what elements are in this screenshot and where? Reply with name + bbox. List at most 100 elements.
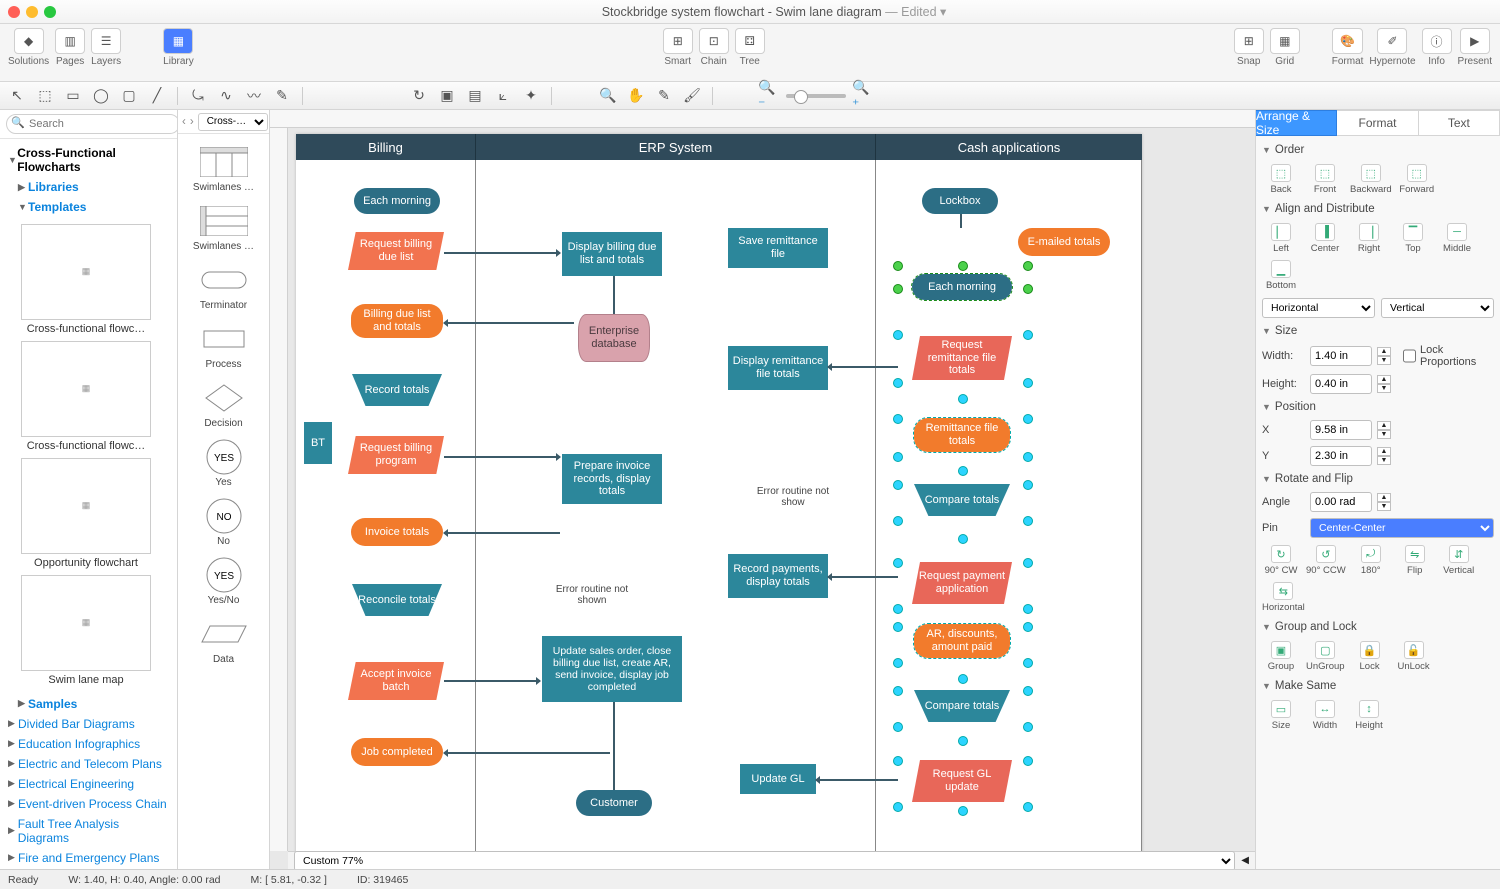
x-input[interactable] [1310,420,1372,440]
node-record-totals[interactable]: Record totals [352,374,442,406]
pages-button[interactable]: ▥ [55,28,85,54]
zoom-out-button[interactable]: 🔍⁻ [758,86,780,106]
node-update-gl[interactable]: Update GL [740,764,816,794]
shapes-selector[interactable]: Cross-… [198,113,268,131]
flip-button[interactable]: ⇋ [1405,545,1425,563]
height-down[interactable]: ▼ [1377,384,1391,393]
node-compare-totals-1[interactable]: Compare totals [914,484,1010,516]
node-request-remittance-totals[interactable]: Request remittance file totals [912,336,1012,380]
align-middle-button[interactable]: ─ [1447,223,1467,241]
zoom-in-button[interactable]: 🔍⁺ [852,86,874,106]
rotate-tool[interactable]: ↻ [408,86,430,106]
tab-format[interactable]: Format [1337,110,1418,136]
node-request-gl-update[interactable]: Request GL update [912,760,1012,802]
edit-points-tool[interactable]: ⟀ [492,86,514,106]
tab-text[interactable]: Text [1419,110,1500,136]
template-thumb[interactable]: ▦Swim lane map [6,575,166,686]
minimize-window-button[interactable] [26,6,38,18]
curve-tool[interactable]: ∿ [215,86,237,106]
align-left-button[interactable]: ▏ [1271,223,1291,241]
height-up[interactable]: ▲ [1377,375,1391,384]
pen-tool[interactable]: ✎ [271,86,293,106]
node-job-completed[interactable]: Job completed [351,738,443,766]
library-button[interactable]: ▦ [163,28,193,54]
node-customer[interactable]: Customer [576,790,652,816]
magic-wand-tool[interactable]: ✦ [520,86,542,106]
shape-terminator[interactable] [198,264,250,296]
flip-vertical-button[interactable]: ⇵ [1449,545,1469,563]
align-bottom-button[interactable]: ▁ [1271,260,1291,278]
shape-yes[interactable]: YES [198,441,250,473]
marquee-tool[interactable]: ⬚ [34,86,56,106]
flip-horizontal-button[interactable]: ⇆ [1273,582,1293,600]
group-button[interactable]: ▣ [1271,641,1291,659]
rect-tool[interactable]: ▭ [62,86,84,106]
tree-leaf[interactable]: ▶Fault Tree Analysis Diagrams [4,814,173,848]
shape-process[interactable] [198,323,250,355]
tree-button[interactable]: ⚃ [735,28,765,54]
rotate-cw-button[interactable]: ↻ [1271,545,1291,563]
shape-data[interactable] [198,618,250,650]
shape-yesno[interactable]: YES [198,559,250,591]
group-tool[interactable]: ▣ [436,86,458,106]
order-front-button[interactable]: ⬚ [1315,164,1335,182]
align-center-button[interactable]: ▐ [1315,223,1335,241]
line-tool[interactable]: ╱ [146,86,168,106]
y-input[interactable] [1310,446,1372,466]
distribute-h-select[interactable]: Horizontal [1262,298,1375,318]
same-width-button[interactable]: ↔ [1315,700,1335,718]
angle-input[interactable] [1310,492,1372,512]
shape-swimlanes-v[interactable] [198,146,250,178]
node-each-morning-cash[interactable]: Each morning [912,274,1012,300]
node-bt[interactable]: BT [304,422,332,464]
eyedropper-tool[interactable]: ✎ [653,86,675,106]
zoom-tool[interactable]: 🔍 [597,86,619,106]
lock-button[interactable]: 🔒 [1360,641,1380,659]
tree-leaf[interactable]: ▶Electric and Telecom Plans [4,754,173,774]
template-thumb[interactable]: ▦Opportunity flowchart [6,458,166,569]
snap-button[interactable]: ⊞ [1234,28,1264,54]
diagram-page[interactable]: Billing ERP System Cash applications Eac… [296,134,1142,854]
ungroup-tool[interactable]: ▤ [464,86,486,106]
present-button[interactable]: ▶ [1460,28,1490,54]
close-window-button[interactable] [8,6,20,18]
zoom-select[interactable]: Custom 77% [294,851,1235,870]
tree-leaf[interactable]: ▶Education Infographics [4,734,173,754]
hypernote-button[interactable]: ✐ [1377,28,1407,54]
shape-no[interactable]: NO [198,500,250,532]
nav-fwd-icon[interactable]: › [190,116,194,128]
pointer-tool[interactable]: ↖ [6,86,28,106]
node-reconcile-totals[interactable]: Reconcile totals [352,584,442,616]
info-button[interactable]: ⓘ [1422,28,1452,54]
node-remittance-file-totals[interactable]: Remittance file totals [914,418,1010,452]
node-accept-invoice-batch[interactable]: Accept invoice batch [348,662,444,700]
tree-leaf[interactable]: ▶Divided Bar Diagrams [4,714,173,734]
spline-tool[interactable]: 〰 [243,86,265,106]
node-lockbox[interactable]: Lockbox [922,188,998,214]
node-emailed-totals[interactable]: E-mailed totals [1018,228,1110,256]
height-input[interactable] [1310,374,1372,394]
node-billing-due-totals[interactable]: Billing due list and totals [351,304,443,338]
node-ar-discounts[interactable]: AR, discounts, amount paid [914,624,1010,658]
tree-root[interactable]: ▼Cross-Functional Flowcharts [4,143,173,177]
nav-back-icon[interactable]: ‹ [182,116,186,128]
format-button[interactable]: 🎨 [1332,28,1363,54]
order-backward-button[interactable]: ⬚ [1361,164,1381,182]
width-down[interactable]: ▼ [1377,356,1391,365]
node-request-billing-due[interactable]: Request billing due list [348,232,444,270]
align-top-button[interactable]: ▔ [1403,223,1423,241]
node-record-payments[interactable]: Record payments, display totals [728,554,828,598]
rotate-180-button[interactable]: ⤾ [1361,545,1381,563]
maximize-window-button[interactable] [44,6,56,18]
zoom-slider[interactable] [786,94,846,98]
node-display-billing-due[interactable]: Display billing due list and totals [562,232,662,276]
node-prepare-invoice[interactable]: Prepare invoice records, display totals [562,454,662,504]
brush-tool[interactable]: 🖌 [681,86,703,106]
same-height-button[interactable]: ↕ [1359,700,1379,718]
node-each-morning-billing[interactable]: Each morning [354,188,440,214]
width-up[interactable]: ▲ [1377,347,1391,356]
grid-button[interactable]: ▦ [1270,28,1300,54]
align-right-button[interactable]: ▕ [1359,223,1379,241]
order-forward-button[interactable]: ⬚ [1407,164,1427,182]
node-update-sales-order[interactable]: Update sales order, close billing due li… [542,636,682,702]
